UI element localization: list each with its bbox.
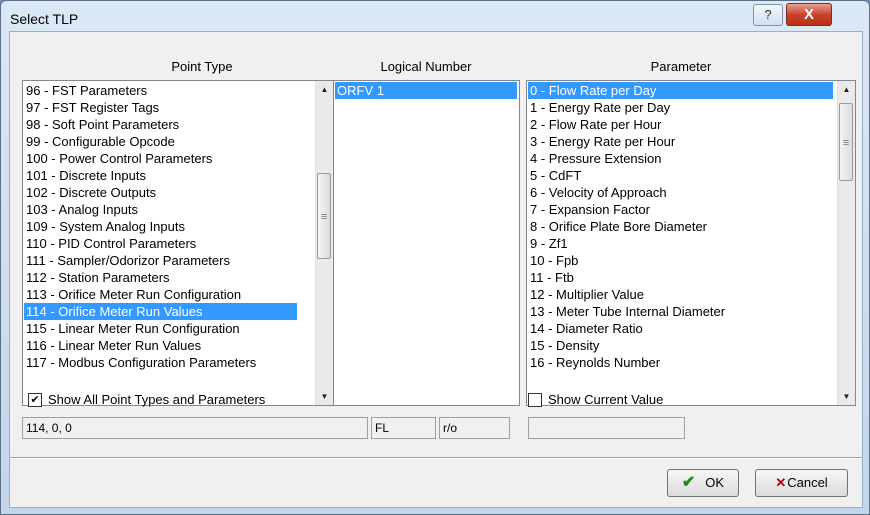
list-item[interactable]: 103 - Analog Inputs [24,201,297,218]
logical-number-header: Logical Number [380,59,472,74]
cancel-label: Cancel [787,475,828,490]
point-type-list[interactable]: 117 - Modbus Configuration Parameters 116… [22,80,334,406]
cancel-x-icon: ✕ [775,475,787,490]
show-current-value-label: Show Current Value [548,392,664,407]
list-item[interactable]: 8 - Orifice Plate Bore Diameter [528,218,833,235]
checkmark-icon: ✔ [681,474,696,491]
point-type-header: Point Type [171,59,233,74]
parameter-header: Parameter [650,59,712,74]
list-item[interactable]: 2 - Flow Rate per Hour [528,116,833,133]
title-bar[interactable]: Select TLP ? X [1,1,869,31]
ok-label: OK [705,475,725,490]
scroll-thumb[interactable]: ≡ [839,103,853,181]
list-item[interactable]: 11 - Ftb [528,269,833,286]
list-item[interactable]: 111 - Sampler/Odorizor Parameters [24,252,297,269]
scroll-up-arrow-icon[interactable]: ▲ [838,81,855,98]
list-item[interactable]: 109 - System Analog Inputs [24,218,297,235]
list-item[interactable]: 96 - FST Parameters [24,82,297,99]
scroll-up-arrow-icon[interactable]: ▲ [316,81,333,98]
list-item[interactable]: 12 - Multiplier Value [528,286,833,303]
list-item[interactable]: 102 - Discrete Outputs [24,184,297,201]
logical-number-list[interactable]: ORFV 1 [333,80,520,406]
list-item[interactable]: 3 - Energy Rate per Hour [528,133,833,150]
list-item[interactable]: 98 - Soft Point Parameters [24,116,297,133]
cancel-button[interactable]: ✕Cancel [755,469,848,497]
list-item[interactable]: 113 - Orifice Meter Run Configuration [24,286,297,303]
checkmark-icon[interactable]: ✔ [28,393,42,407]
list-item[interactable]: 13 - Meter Tube Internal Diameter [528,303,833,320]
point-type-scrollbar[interactable]: ▲ ≡ ▼ [315,81,333,405]
list-item[interactable]: 99 - Configurable Opcode [24,133,297,150]
show-all-checkbox[interactable]: ✔ Show All Point Types and Parameters [28,391,328,409]
help-icon[interactable]: ? [753,4,783,26]
tlp-display-field: 114, 0, 0 [22,417,368,439]
parameter-scrollbar[interactable]: ▲ ≡ ▼ [837,81,855,405]
list-item[interactable]: 117 - Modbus Configuration Parameters [24,354,297,371]
scroll-down-arrow-icon[interactable]: ▼ [838,388,855,405]
list-item[interactable]: 4 - Pressure Extension [528,150,833,167]
list-item[interactable]: 0 - Flow Rate per Day [528,82,833,99]
type-display-field: FL [371,417,436,439]
list-item[interactable]: 114 - Orifice Meter Run Values [24,303,297,320]
list-item[interactable]: 116 - Linear Meter Run Values [24,337,297,354]
list-item[interactable]: 7 - Expansion Factor [528,201,833,218]
list-item[interactable]: 110 - PID Control Parameters [24,235,297,252]
list-item[interactable]: 6 - Velocity of Approach [528,184,833,201]
show-current-value-checkbox[interactable]: Show Current Value [528,391,728,409]
list-item[interactable]: 5 - CdFT [528,167,833,184]
list-item[interactable]: 97 - FST Register Tags [24,99,297,116]
list-item[interactable]: 112 - Station Parameters [24,269,297,286]
list-item[interactable]: 10 - Fpb [528,252,833,269]
dialog-body: Point Type Logical Number Parameter 117 … [9,31,863,508]
access-display-field: r/o [439,417,510,439]
list-item[interactable]: 115 - Linear Meter Run Configuration [24,320,297,337]
list-item[interactable]: ORFV 1 [335,82,517,99]
list-item[interactable]: 101 - Discrete Inputs [24,167,297,184]
show-all-label: Show All Point Types and Parameters [48,392,266,407]
list-item[interactable]: 14 - Diameter Ratio [528,320,833,337]
list-item[interactable]: 100 - Power Control Parameters [24,150,297,167]
list-item[interactable]: 16 - Reynolds Number [528,354,833,371]
current-value-field [528,417,685,439]
ok-button[interactable]: ✔ OK [667,469,739,497]
checkbox-box[interactable] [528,393,542,407]
list-item[interactable]: 15 - Density [528,337,833,354]
scroll-thumb[interactable]: ≡ [317,173,331,259]
list-item[interactable]: 9 - Zf1 [528,235,833,252]
close-button[interactable]: X [786,3,832,26]
list-item[interactable]: 1 - Energy Rate per Day [528,99,833,116]
parameter-list[interactable]: 16 - Reynolds Number 15 - Density 14 - Dia… [526,80,856,406]
window-title: Select TLP [10,11,79,27]
select-tlp-dialog: Select TLP ? X Point Type Logical Number… [0,0,870,515]
